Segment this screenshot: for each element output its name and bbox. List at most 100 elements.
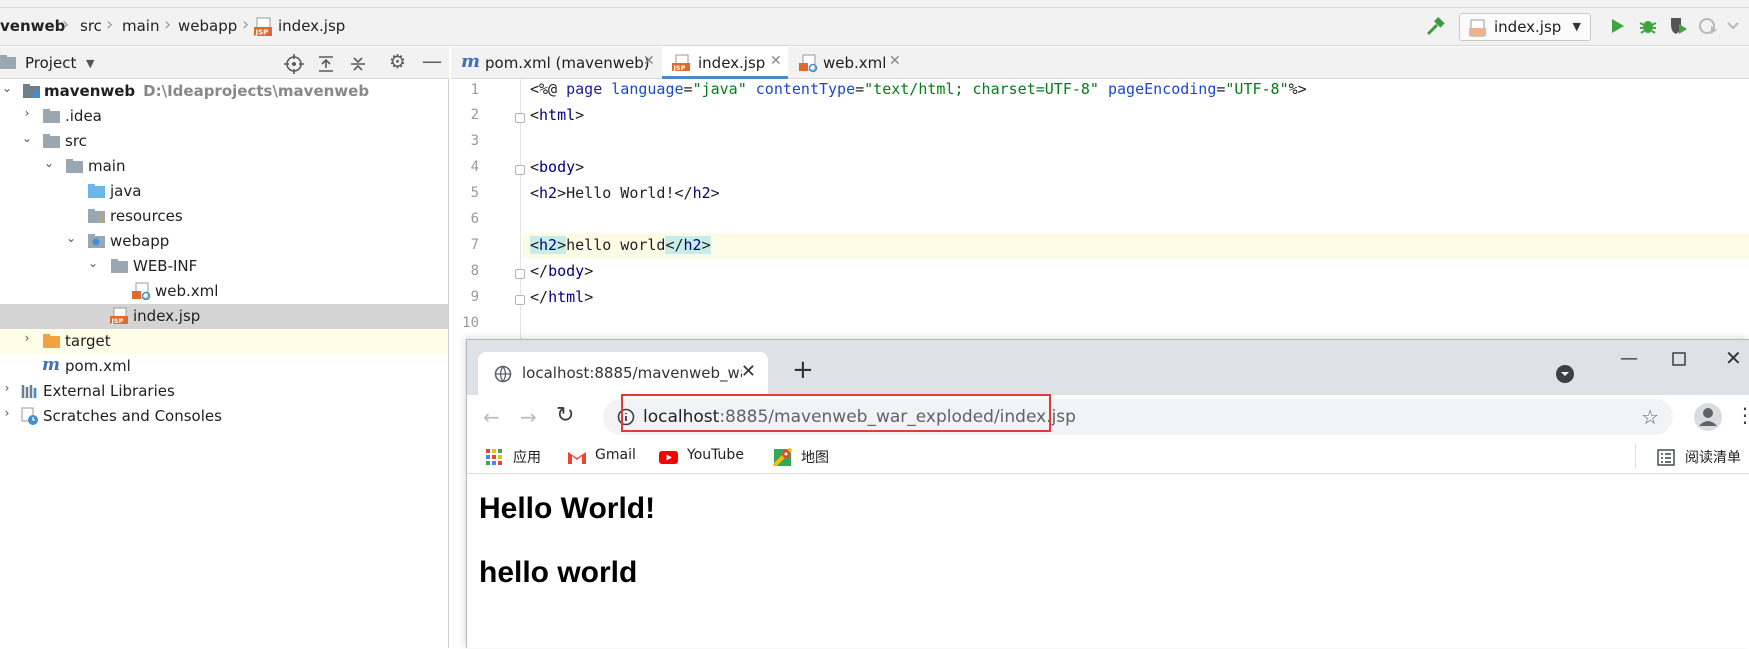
forward-arrow-icon[interactable]: → <box>520 405 537 429</box>
folder-icon <box>66 159 83 173</box>
hide-panel-icon[interactable]: — <box>422 49 442 73</box>
tree-item-scratches[interactable]: › Scratches and Consoles <box>0 404 448 429</box>
tree-item-external-libraries[interactable]: › External Libraries <box>0 379 448 404</box>
tree-item-webapp[interactable]: ⌄ webapp <box>0 229 448 254</box>
breadcrumb-main[interactable]: main <box>122 17 159 35</box>
reload-icon[interactable]: ↻ <box>556 403 574 428</box>
tree-item-mavenweb[interactable]: ⌄ mavenweb D:\Ideaprojects\mavenweb <box>0 79 448 104</box>
apps-grid-icon <box>486 449 502 465</box>
libraries-icon <box>21 385 37 398</box>
tree-item-label: web.xml <box>155 282 219 300</box>
chevron-down-icon[interactable]: ⌄ <box>64 231 78 245</box>
profile-icon[interactable] <box>1697 15 1719 37</box>
source-folder-icon <box>88 184 105 198</box>
expand-all-icon[interactable] <box>316 54 336 74</box>
tree-item-label: src <box>65 132 87 150</box>
run-configuration-selector[interactable]: index.jsp ▼ <box>1459 13 1591 41</box>
tree-item-java[interactable]: java <box>0 179 448 204</box>
breadcrumb-separator-icon: › <box>164 14 172 35</box>
folder-icon <box>43 134 60 148</box>
tab-label: index.jsp <box>698 54 766 72</box>
tree-item-idea[interactable]: › .idea <box>0 104 448 129</box>
tree-item-target[interactable]: › target <box>0 329 448 354</box>
tree-item-web-inf[interactable]: ⌄ WEB-INF <box>0 254 448 279</box>
chevron-right-icon[interactable]: › <box>20 331 34 345</box>
tree-item-label: WEB-INF <box>133 257 198 275</box>
breadcrumb-webapp[interactable]: webapp <box>178 17 237 35</box>
tab-index-jsp[interactable]: JSP index.jsp ✕ <box>662 47 788 79</box>
tree-item-web-xml[interactable]: web.xml <box>0 279 448 304</box>
tree-item-main[interactable]: ⌄ main <box>0 154 448 179</box>
code-line-9: </html> <box>530 288 594 306</box>
collapse-all-icon[interactable] <box>348 54 368 74</box>
run-icon[interactable] <box>1606 15 1628 37</box>
tab-web-xml[interactable]: web.xml ✕ <box>789 47 907 79</box>
debug-bug-icon[interactable] <box>1637 15 1659 37</box>
excluded-folder-icon <box>43 334 60 348</box>
tree-item-src[interactable]: ⌄ src <box>0 129 448 154</box>
breadcrumb-index-jsp[interactable]: index.jsp <box>278 17 345 35</box>
new-tab-button[interactable]: + <box>792 355 814 385</box>
tree-item-label: .idea <box>65 107 102 125</box>
code-line-1: <%@ page language="java" contentType="te… <box>530 80 1307 98</box>
run-with-coverage-icon[interactable] <box>1667 15 1689 37</box>
bookmark-label: Gmail <box>595 447 636 463</box>
breadcrumb-src[interactable]: src <box>80 17 102 35</box>
gmail-icon <box>568 452 586 464</box>
close-icon[interactable]: ✕ <box>889 53 901 69</box>
project-panel-header: Project ▼ ⚙ — <box>0 47 449 79</box>
tab-search-icon[interactable] <box>1555 364 1575 384</box>
browser-tab-strip: localhost:8885/mavenweb_war_exploded/ind… <box>467 340 1749 395</box>
line-number: 8 <box>470 263 479 279</box>
chevron-down-icon[interactable]: ⌄ <box>0 81 14 95</box>
tree-item-label: webapp <box>110 232 170 250</box>
close-icon[interactable]: ✕ <box>770 53 782 69</box>
line-number: 1 <box>470 82 479 98</box>
editor-tab-bar: m pom.xml (mavenweb) ✕ JSP index.jsp ✕ w… <box>451 47 1749 79</box>
page-heading-hello-world: Hello World! <box>479 492 656 525</box>
close-icon[interactable]: ✕ <box>643 53 655 69</box>
breadcrumb-project[interactable]: venweb <box>0 17 65 35</box>
tab-pom-xml[interactable]: m pom.xml (mavenweb) ✕ <box>451 47 661 79</box>
breadcrumb-separator-icon: › <box>106 14 114 35</box>
close-window-icon[interactable]: ✕ <box>1725 346 1742 370</box>
window-top-strip <box>0 0 1749 8</box>
locate-target-icon[interactable] <box>284 54 304 74</box>
chevron-down-icon[interactable]: ⌄ <box>20 131 34 145</box>
maven-file-icon: m <box>461 51 481 72</box>
chevron-right-icon[interactable]: › <box>0 381 14 395</box>
back-arrow-icon[interactable]: ← <box>483 405 500 429</box>
close-icon[interactable]: ✕ <box>741 361 756 382</box>
chevron-down-icon[interactable]: ▼ <box>86 57 94 70</box>
line-number: 7 <box>470 237 479 253</box>
more-actions-icon[interactable] <box>1724 15 1746 37</box>
chevron-right-icon[interactable]: › <box>20 106 34 120</box>
bookmark-star-icon[interactable]: ☆ <box>1641 405 1659 429</box>
chevron-right-icon[interactable]: › <box>0 406 14 420</box>
gear-icon[interactable]: ⚙ <box>389 51 406 73</box>
tree-item-resources[interactable]: resources <box>0 204 448 229</box>
jsp-file-icon: JSP <box>254 17 272 37</box>
jsp-file-icon <box>1469 19 1486 37</box>
tree-item-label: resources <box>110 207 183 225</box>
tree-item-pom-xml[interactable]: m pom.xml <box>0 354 448 379</box>
project-tree: ⌄ mavenweb D:\Ideaprojects\mavenweb › .id… <box>0 79 449 648</box>
profile-avatar-icon[interactable] <box>1693 402 1723 432</box>
menu-kebab-icon[interactable]: ⋮ <box>1735 403 1749 427</box>
chevron-down-icon[interactable]: ⌄ <box>42 156 56 170</box>
chevron-down-icon[interactable]: ⌄ <box>86 256 100 270</box>
code-line-4: <body> <box>530 158 585 176</box>
scratches-icon <box>21 407 38 425</box>
browser-tab[interactable]: localhost:8885/mavenweb_war_exploded/ind… <box>478 352 768 395</box>
tree-item-index-jsp[interactable]: JSP index.jsp <box>0 304 448 329</box>
project-panel-title[interactable]: Project <box>25 54 76 72</box>
web-folder-icon <box>88 234 105 248</box>
build-hammer-icon[interactable] <box>1424 16 1446 38</box>
bookmarks-divider <box>1635 444 1636 468</box>
minimize-icon[interactable]: — <box>1620 348 1638 369</box>
project-folder-icon <box>0 55 16 69</box>
tree-item-label: main <box>88 157 126 175</box>
jsp-file-icon: JSP <box>110 307 128 325</box>
maximize-icon[interactable] <box>1672 352 1686 366</box>
xml-file-icon <box>799 54 818 73</box>
